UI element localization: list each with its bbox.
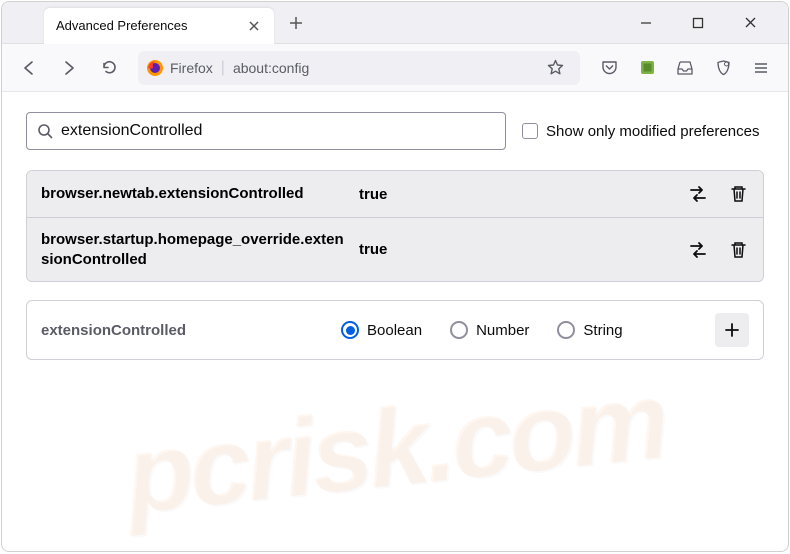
close-tab-icon[interactable] [246,18,262,34]
forward-button[interactable] [52,51,86,85]
radio-label: Boolean [367,322,422,339]
new-tab-button[interactable] [280,7,312,39]
reload-button[interactable] [92,51,126,85]
close-window-button[interactable] [728,5,772,41]
window-controls [624,5,780,41]
shield-icon[interactable] [706,51,740,85]
pref-table: browser.newtab.extensionControlled true … [26,170,764,282]
delete-icon[interactable] [727,183,749,205]
show-modified-label: Show only modified preferences [546,123,759,140]
radio-icon [450,321,468,339]
url-text: about:config [233,60,530,76]
new-pref-name: extensionControlled [41,322,341,339]
minimize-button[interactable] [624,5,668,41]
radio-icon [341,321,359,339]
pocket-icon[interactable] [592,51,626,85]
show-modified-checkbox-row[interactable]: Show only modified preferences [522,123,759,140]
add-pref-button[interactable] [715,313,749,347]
show-modified-checkbox[interactable] [522,123,538,139]
type-radio-group: Boolean Number String [341,321,715,339]
toolbar-icons [592,51,778,85]
pref-row[interactable]: browser.startup.homepage_override.extens… [27,218,763,281]
delete-icon[interactable] [727,239,749,261]
search-row: Show only modified preferences [26,112,764,150]
bookmark-star-icon[interactable] [538,51,572,85]
back-button[interactable] [12,51,46,85]
search-input[interactable] [61,122,495,140]
maximize-button[interactable] [676,5,720,41]
identity-label: Firefox [170,60,213,76]
radio-label: Number [476,322,529,339]
pref-name: browser.newtab.extensionControlled [41,184,351,204]
url-bar[interactable]: Firefox | about:config [138,51,580,85]
tab-title: Advanced Preferences [56,18,246,33]
menu-icon[interactable] [744,51,778,85]
toggle-icon[interactable] [687,183,709,205]
content-area: Show only modified preferences browser.n… [2,92,788,551]
firefox-icon [146,59,164,77]
inbox-icon[interactable] [668,51,702,85]
search-icon [37,123,53,139]
navbar: Firefox | about:config [2,44,788,92]
new-pref-row: extensionControlled Boolean Number Strin… [26,300,764,360]
radio-icon [557,321,575,339]
pref-value: true [351,186,687,203]
watermark: pcrisk.com [119,356,670,539]
extension-icon[interactable] [630,51,664,85]
toggle-icon[interactable] [687,239,709,261]
radio-label: String [583,322,622,339]
radio-boolean[interactable]: Boolean [341,321,422,339]
pref-row[interactable]: browser.newtab.extensionControlled true [27,171,763,218]
identity-box[interactable]: Firefox [146,59,213,77]
radio-number[interactable]: Number [450,321,529,339]
search-box[interactable] [26,112,506,150]
browser-tab[interactable]: Advanced Preferences [44,8,274,44]
pref-value: true [351,241,687,258]
pref-name: browser.startup.homepage_override.extens… [41,230,351,269]
pref-actions [687,183,749,205]
pref-actions [687,239,749,261]
window-frame: Advanced Preferences [1,1,789,552]
radio-string[interactable]: String [557,321,622,339]
titlebar: Advanced Preferences [2,2,788,44]
